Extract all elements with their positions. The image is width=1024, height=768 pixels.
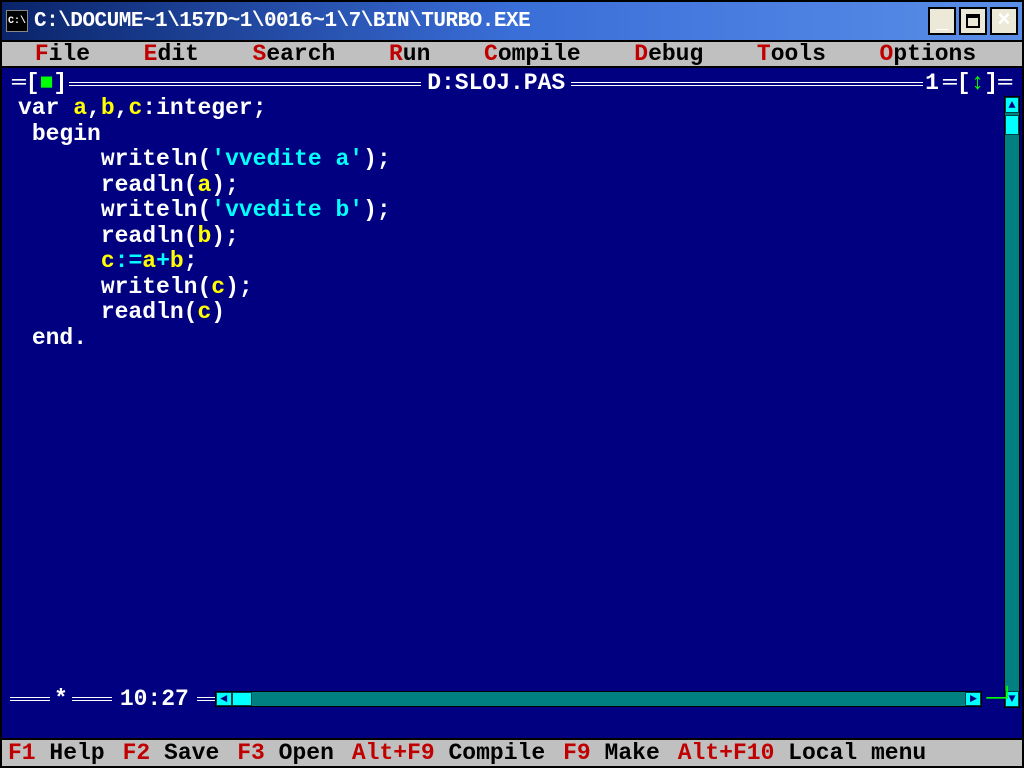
code-line[interactable]: writeln(c); (18, 275, 1006, 301)
menu-run[interactable]: Run (362, 43, 457, 66)
menu-options[interactable]: Options (853, 43, 1003, 66)
statusbar[interactable]: F1 HelpF2 SaveF3 OpenAlt+F9 CompileF9 Ma… (2, 738, 1022, 766)
status-f1[interactable]: F1 Help (8, 742, 123, 765)
status-f9[interactable]: F9 Make (563, 742, 678, 765)
frame-close-icon[interactable]: ═[■] (10, 72, 69, 95)
window-number: 1 (923, 72, 941, 95)
editor-file-title: D:SLOJ.PAS (421, 72, 571, 95)
frame-line (10, 697, 50, 701)
menu-file[interactable]: File (8, 43, 117, 66)
window-title: C:\DOCUME~1\157D~1\0016~1\7\BIN\TURBO.EX… (34, 10, 928, 33)
cursor-position: 10:27 (112, 688, 197, 711)
menu-debug[interactable]: Debug (607, 43, 730, 66)
status-alt-f10[interactable]: Alt+F10 Local menu (678, 742, 944, 765)
maximize-button[interactable] (959, 7, 987, 35)
code-line[interactable]: readln(a); (18, 173, 1006, 199)
menu-edit[interactable]: Edit (117, 43, 226, 66)
code-line[interactable]: c:=a+b; (18, 249, 1006, 275)
frame-bottom: * 10:27 ◄ ► ─┘ (10, 688, 1014, 710)
frame-line (197, 697, 215, 701)
menubar[interactable]: File Edit Search Run Compile Debug Tools… (2, 40, 1022, 68)
resize-corner-icon[interactable]: ─┘ (982, 688, 1014, 711)
menu-window[interactable]: Window (1003, 43, 1024, 66)
dos-application: File Edit Search Run Compile Debug Tools… (2, 40, 1022, 766)
code-line[interactable]: writeln('vvedite b'); (18, 198, 1006, 224)
scroll-thumb[interactable] (232, 692, 252, 706)
editor-frame: ═[■] D:SLOJ.PAS 1 ═[↕]═ var a,b,c:intege… (2, 68, 1022, 738)
menu-tools[interactable]: Tools (730, 43, 853, 66)
frame-line (69, 82, 421, 86)
code-line[interactable]: writeln('vvedite a'); (18, 147, 1006, 173)
frame-zoom-icon[interactable]: ═[↕]═ (941, 72, 1014, 95)
titlebar[interactable]: C:\ C:\DOCUME~1\157D~1\0016~1\7\BIN\TURB… (2, 2, 1022, 40)
frame-top: ═[■] D:SLOJ.PAS 1 ═[↕]═ (10, 72, 1014, 94)
scroll-left-icon[interactable]: ◄ (216, 692, 232, 706)
scroll-right-icon[interactable]: ► (965, 692, 981, 706)
minimize-button[interactable]: _ (928, 7, 956, 35)
close-button[interactable]: × (990, 7, 1018, 35)
horizontal-scrollbar[interactable]: ◄ ► (215, 691, 983, 707)
frame-line (72, 697, 112, 701)
status-f3[interactable]: F3 Open (237, 742, 352, 765)
code-editor[interactable]: var a,b,c:integer; begin writeln('vvedit… (10, 94, 1014, 351)
code-line[interactable]: readln(c) (18, 300, 1006, 326)
code-line[interactable]: var a,b,c:integer; (18, 96, 1006, 122)
code-line[interactable]: readln(b); (18, 224, 1006, 250)
code-line[interactable]: end. (18, 326, 1006, 352)
app-window: C:\ C:\DOCUME~1\157D~1\0016~1\7\BIN\TURB… (0, 0, 1024, 768)
system-menu-icon[interactable]: C:\ (6, 10, 28, 32)
frame-line (571, 82, 923, 86)
menu-compile[interactable]: Compile (457, 43, 607, 66)
vertical-scrollbar[interactable]: ▲ ▼ (1004, 96, 1020, 708)
scroll-up-icon[interactable]: ▲ (1005, 97, 1019, 113)
modified-indicator: * (50, 688, 72, 711)
menu-search[interactable]: Search (226, 43, 362, 66)
status-f2[interactable]: F2 Save (123, 742, 238, 765)
window-buttons: _ × (928, 7, 1018, 35)
scroll-thumb[interactable] (1005, 115, 1019, 135)
code-line[interactable]: begin (18, 122, 1006, 148)
status-alt-f9[interactable]: Alt+F9 Compile (352, 742, 563, 765)
